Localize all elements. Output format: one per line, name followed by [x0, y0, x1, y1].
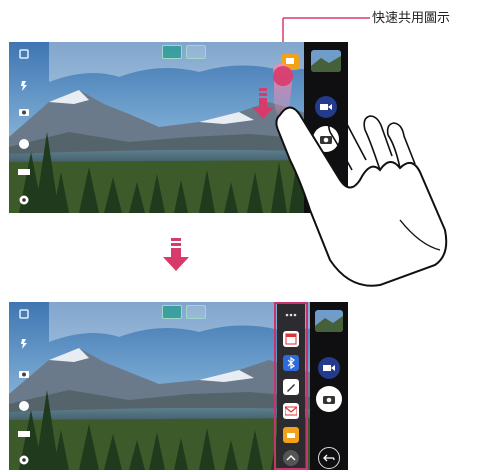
right-control-bar-bottom [310, 302, 348, 470]
gallery-thumbnail[interactable] [315, 310, 343, 332]
camera-icon[interactable] [16, 104, 32, 120]
left-toolbar [9, 302, 39, 470]
timer-icon[interactable] [16, 78, 32, 94]
effect-icon[interactable] [16, 398, 32, 414]
transition-down-arrow [163, 238, 189, 271]
quick-share-highlight-frame [274, 302, 308, 470]
mode-icon[interactable] [16, 164, 32, 180]
flash-icon[interactable] [16, 306, 32, 322]
wide-mode-icon[interactable] [186, 305, 206, 319]
effect-icon[interactable] [16, 136, 32, 152]
wide-mode-icon[interactable] [186, 45, 206, 59]
shutter-button[interactable] [316, 386, 342, 412]
timer-icon[interactable] [16, 336, 32, 352]
portrait-mode-icon[interactable] [162, 45, 182, 59]
hand-gesture-illustration [273, 63, 448, 287]
mode-icon[interactable] [16, 426, 32, 442]
left-toolbar [9, 42, 39, 213]
top-mode-icons [162, 305, 206, 319]
top-mode-icons [162, 45, 206, 59]
portrait-mode-icon[interactable] [162, 305, 182, 319]
settings-icon[interactable] [16, 192, 32, 208]
camera-icon[interactable] [16, 366, 32, 382]
back-button[interactable] [318, 447, 340, 469]
flash-icon[interactable] [16, 46, 32, 62]
video-record-button[interactable] [318, 357, 340, 379]
settings-icon[interactable] [16, 452, 32, 468]
